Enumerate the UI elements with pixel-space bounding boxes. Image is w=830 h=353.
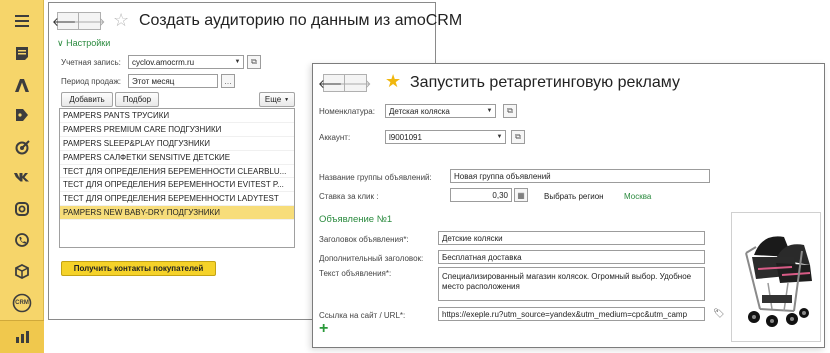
navigation-buttons: 🡐 🡒	[318, 74, 372, 92]
favorite-star-icon[interactable]: ★	[385, 72, 401, 90]
product-image	[731, 212, 821, 342]
bid-label: Ставка за клик :	[319, 192, 379, 201]
nomenclature-dropdown-icon[interactable]: ▼	[484, 104, 496, 118]
list-item[interactable]: PAMPERS PANTS ТРУСИКИ	[60, 109, 294, 123]
account-dropdown-icon[interactable]: ▼	[232, 55, 244, 69]
stroller-image	[745, 236, 812, 327]
window-title: Запустить ретаргетинговую рекламу	[410, 74, 680, 91]
extra-headline-label: Дополнительный заголовок:	[319, 254, 424, 263]
list-item[interactable]: PAMPERS САЛФЕТКИ SENSITIVE ДЕТСКИЕ	[60, 151, 294, 165]
region-value[interactable]: Москва	[624, 192, 651, 201]
list-item[interactable]: ТЕСТ ДЛЯ ОПРЕДЕЛЕНИЯ БЕРЕМЕННОСТИ CLEARB…	[60, 165, 294, 179]
more-button[interactable]: Еще ▼	[259, 92, 295, 107]
forward-button[interactable]: 🡒	[73, 12, 106, 30]
instagram-icon[interactable]	[11, 198, 33, 220]
open-account-icon[interactable]: ⧉	[511, 130, 525, 144]
extra-headline-field[interactable]: Бесплатная доставка	[438, 250, 705, 264]
sidebar-bottom	[0, 320, 44, 353]
crm-icon[interactable]: CRM	[11, 292, 33, 314]
tag-icon[interactable]: 🏷	[713, 308, 724, 319]
window-title: Создать аудиторию по данным из amoCRM	[139, 12, 463, 29]
forward-button[interactable]: 🡒	[339, 74, 372, 92]
period-label: Период продаж:	[61, 77, 122, 86]
list-item[interactable]: PAMPERS PREMIUM CARE ПОДГУЗНИКИ	[60, 123, 294, 137]
group-name-label: Название группы объявлений:	[319, 173, 432, 182]
account-dropdown-icon[interactable]: ▼	[494, 130, 506, 144]
bid-field[interactable]: 0,30	[450, 188, 512, 202]
open-account-icon[interactable]: ⧉	[247, 55, 261, 69]
add-ad-button[interactable]: +	[319, 320, 328, 338]
group-name-field[interactable]: Новая группа объявлений	[450, 169, 710, 183]
account-label: Учетная запись:	[61, 58, 121, 67]
sidebar: CRM	[0, 0, 44, 353]
url-label: Ссылка на сайт / URL*:	[319, 311, 406, 320]
account-field[interactable]: cyclov.amocrm.ru	[128, 55, 233, 69]
get-contacts-button[interactable]: Получить контакты покупателей	[61, 261, 216, 276]
menu-icon[interactable]	[11, 10, 33, 32]
dropdown-arrow-icon: ▼	[284, 96, 290, 103]
settings-group-header[interactable]: ∨ Настройки	[57, 38, 110, 49]
document-icon[interactable]	[11, 42, 33, 64]
list-item[interactable]: ТЕСТ ДЛЯ ОПРЕДЕЛЕНИЯ БЕРЕМЕННОСТИ EVITES…	[60, 178, 294, 193]
calculator-icon[interactable]: ▦	[514, 188, 528, 202]
headline-label: Заголовок объявления*:	[319, 235, 409, 244]
ad-header: Объявление №1	[319, 214, 393, 225]
add-button[interactable]: Добавить	[61, 92, 113, 107]
list-item[interactable]: PAMPERS NEW BABY-DRY ПОДГУЗНИКИ	[60, 206, 294, 221]
target-icon[interactable]	[11, 136, 33, 158]
select-region-button[interactable]: Выбрать регион	[544, 192, 604, 201]
box-icon[interactable]	[11, 260, 33, 282]
amocrm-icon[interactable]	[11, 74, 33, 96]
product-list[interactable]: PAMPERS PANTS ТРУСИКИ PAMPERS PREMIUM CAR…	[59, 108, 295, 248]
settings-header-label: Настройки	[66, 38, 111, 48]
list-item[interactable]: ТЕСТ ДЛЯ ОПРЕДЕЛЕНИЯ БЕРЕМЕННОСТИ LADYTE…	[60, 192, 294, 207]
vk-icon[interactable]	[11, 166, 33, 188]
chart-icon[interactable]	[11, 326, 33, 348]
phone-icon[interactable]	[11, 229, 33, 251]
text-field[interactable]: Специализированный магазин колясок. Огро…	[438, 267, 705, 301]
more-button-label: Еще	[264, 95, 282, 104]
pick-button[interactable]: Подбор	[115, 92, 159, 107]
account-label: Аккаунт:	[319, 133, 351, 142]
navigation-buttons: 🡐 🡒	[52, 12, 106, 30]
retargeting-window: 🡐 🡒 ★ Запустить ретаргетинговую рекламу …	[312, 63, 825, 348]
account-field[interactable]: l9001091	[385, 130, 495, 144]
url-field[interactable]: https://exeple.ru?utm_source=yandex&utm_…	[438, 307, 705, 321]
crm-icon-label: CRM	[15, 300, 29, 306]
tag-icon[interactable]	[11, 104, 33, 126]
text-label: Текст объявления*:	[319, 269, 392, 278]
chevron-down-icon: ∨	[57, 38, 64, 48]
list-item[interactable]: PAMPERS SLEEP&PLAY ПОДГУЗНИКИ	[60, 137, 294, 151]
nomenclature-field[interactable]: Детская коляска	[385, 104, 485, 118]
open-nomenclature-icon[interactable]: ⧉	[503, 104, 517, 118]
favorite-star-icon[interactable]: ☆	[113, 11, 129, 29]
period-field[interactable]: Этот месяц	[128, 74, 218, 88]
headline-field[interactable]: Детские коляски	[438, 231, 705, 245]
period-select-button[interactable]: …	[221, 74, 235, 88]
nomenclature-label: Номенклатура:	[319, 107, 375, 116]
